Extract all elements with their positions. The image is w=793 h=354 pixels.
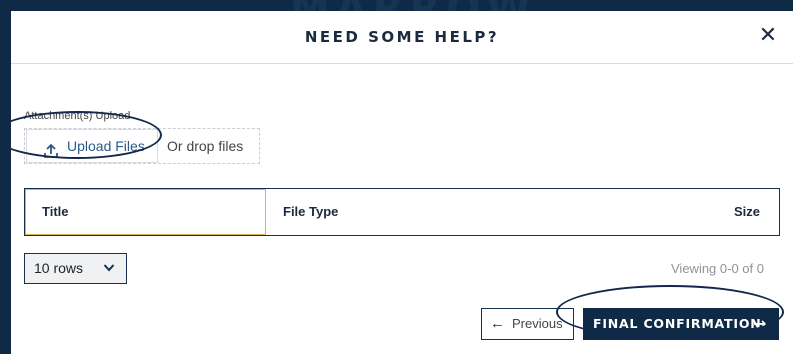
annotation-circle-upload bbox=[0, 111, 162, 159]
drop-files-text: Or drop files bbox=[167, 138, 244, 154]
column-header-title[interactable]: Title bbox=[25, 189, 266, 235]
arrow-left-icon: ← bbox=[490, 315, 505, 332]
modal-header: NEED SOME HELP? ✕ bbox=[11, 11, 793, 64]
close-button[interactable]: ✕ bbox=[755, 23, 781, 49]
annotation-circle-final-confirmation bbox=[556, 285, 784, 339]
viewing-count: Viewing 0-0 of 0 bbox=[671, 261, 764, 276]
modal-title: NEED SOME HELP? bbox=[304, 28, 500, 46]
column-header-size[interactable]: Size bbox=[734, 189, 760, 235]
chevron-down-icon bbox=[103, 254, 115, 295]
rows-per-page-value: 10 rows bbox=[34, 260, 84, 276]
rows-per-page-select[interactable]: 10 rows bbox=[24, 253, 127, 284]
previous-label: Previous bbox=[512, 316, 563, 331]
column-header-file-type[interactable]: File Type bbox=[283, 189, 338, 235]
files-table-header: Title File Type Size bbox=[24, 188, 780, 236]
